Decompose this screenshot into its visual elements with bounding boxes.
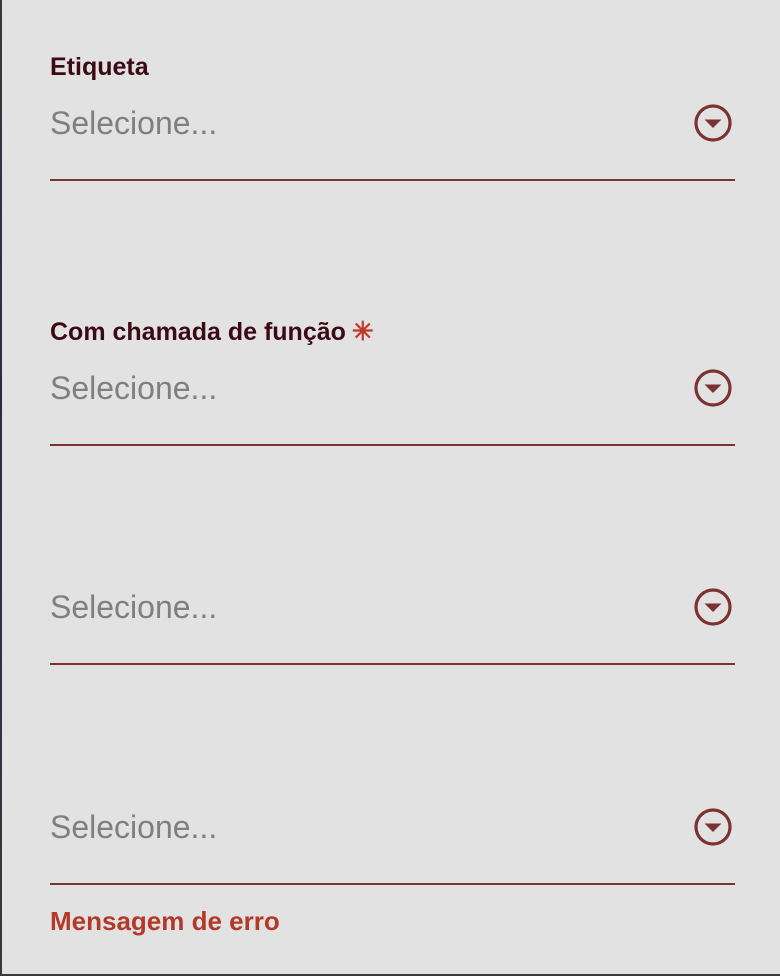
select-com-chamada-de-funcao[interactable]: Selecione... [50,356,735,446]
chevron-down-circle-icon[interactable] [693,103,733,143]
chevron-down-circle-icon[interactable] [693,368,733,408]
select-placeholder: Selecione... [50,105,218,141]
select-etiqueta[interactable]: Selecione... [50,91,735,181]
select-with-error[interactable]: Selecione... [50,795,735,885]
window-left-border [0,0,2,976]
field-label-text: Com chamada de função [50,318,346,346]
select-unlabeled[interactable]: Selecione... [50,575,735,665]
required-asterisk-icon: ✳ [351,316,374,346]
select-placeholder: Selecione... [50,589,218,625]
field-label-com-chamada-de-funcao: Com chamada de função ✳ [50,316,374,347]
chevron-down-circle-icon[interactable] [693,807,733,847]
field-label-etiqueta: Etiqueta [50,53,149,81]
select-placeholder: Selecione... [50,809,218,845]
error-message: Mensagem de erro [50,906,280,936]
select-placeholder: Selecione... [50,370,218,406]
chevron-down-circle-icon[interactable] [693,587,733,627]
